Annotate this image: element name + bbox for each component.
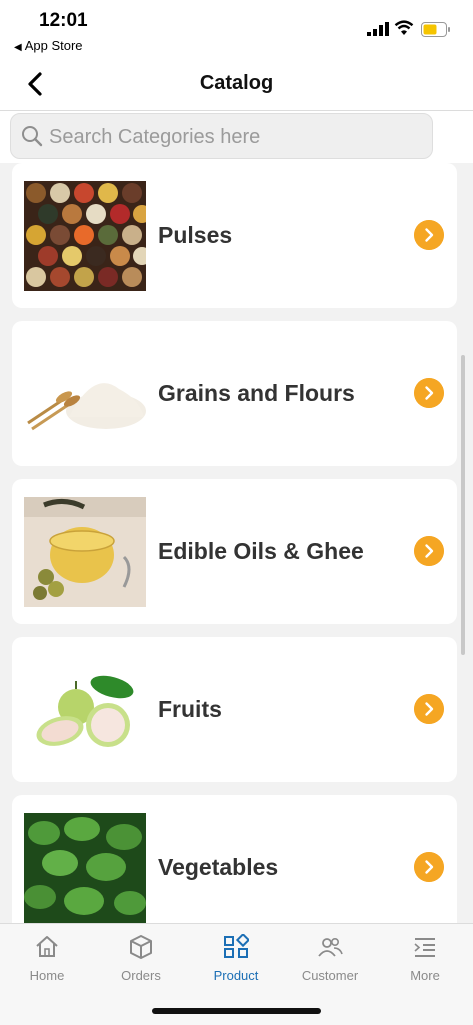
category-card-vegetables[interactable]: Vegetables xyxy=(12,795,457,923)
category-label: Fruits xyxy=(158,696,222,722)
search-icon xyxy=(22,126,43,147)
tab-label: Product xyxy=(213,968,259,983)
menu-icon xyxy=(414,938,435,957)
tab-more[interactable]: More xyxy=(378,934,472,983)
wifi-icon xyxy=(394,20,414,35)
tab-label: Orders xyxy=(121,968,161,983)
category-card-pulses[interactable]: Pulses xyxy=(12,163,457,308)
users-icon xyxy=(318,938,343,957)
box-icon xyxy=(130,935,152,959)
category-card-grains[interactable]: Grains and Flours xyxy=(12,321,457,466)
chevron-right-icon[interactable] xyxy=(414,378,444,408)
tab-orders[interactable]: Orders xyxy=(94,934,188,983)
fruits-image xyxy=(24,655,146,765)
back-to-app-link[interactable]: ◀ App Store xyxy=(14,38,83,53)
status-bar: 12:01 ◀ App Store xyxy=(0,0,473,60)
search-bar xyxy=(0,111,473,163)
signal-icon xyxy=(367,22,389,36)
tab-product[interactable]: Product xyxy=(189,934,283,983)
battery-icon xyxy=(421,22,450,37)
tab-label: Customer xyxy=(301,968,359,983)
category-list: Pulses Grains and Flours Edible Oils & G… xyxy=(0,163,473,923)
category-label: Grains and Flours xyxy=(158,380,355,406)
category-label: Edible Oils & Ghee xyxy=(158,538,364,564)
navigation-bar: Catalog xyxy=(0,60,473,111)
chevron-right-icon[interactable] xyxy=(414,536,444,566)
tab-home[interactable]: Home xyxy=(0,934,94,983)
category-label: Vegetables xyxy=(158,854,279,880)
tab-label: Home xyxy=(29,968,65,983)
search-box[interactable] xyxy=(10,113,433,159)
back-app-label: App Store xyxy=(24,38,83,53)
chevron-right-icon[interactable] xyxy=(414,220,444,250)
status-time: 12:01 xyxy=(39,10,88,31)
scrollbar[interactable] xyxy=(461,355,465,655)
page-title: Catalog xyxy=(199,72,274,94)
vegetables-image xyxy=(24,813,146,923)
back-triangle-icon: ◀ xyxy=(14,42,22,53)
category-card-oils[interactable]: Edible Oils & Ghee xyxy=(12,479,457,624)
oils-image xyxy=(24,497,146,607)
grid-icon xyxy=(224,934,249,958)
home-indicator[interactable] xyxy=(152,1008,321,1014)
pulses-image xyxy=(24,181,146,291)
grains-image xyxy=(24,339,146,449)
chevron-right-icon[interactable] xyxy=(414,852,444,882)
search-input[interactable] xyxy=(47,120,421,154)
home-icon xyxy=(36,936,58,957)
chevron-right-icon[interactable] xyxy=(414,694,444,724)
tab-customer[interactable]: Customer xyxy=(283,934,377,983)
tab-label: More xyxy=(410,968,440,983)
category-card-fruits[interactable]: Fruits xyxy=(12,637,457,782)
category-label: Pulses xyxy=(158,222,233,248)
